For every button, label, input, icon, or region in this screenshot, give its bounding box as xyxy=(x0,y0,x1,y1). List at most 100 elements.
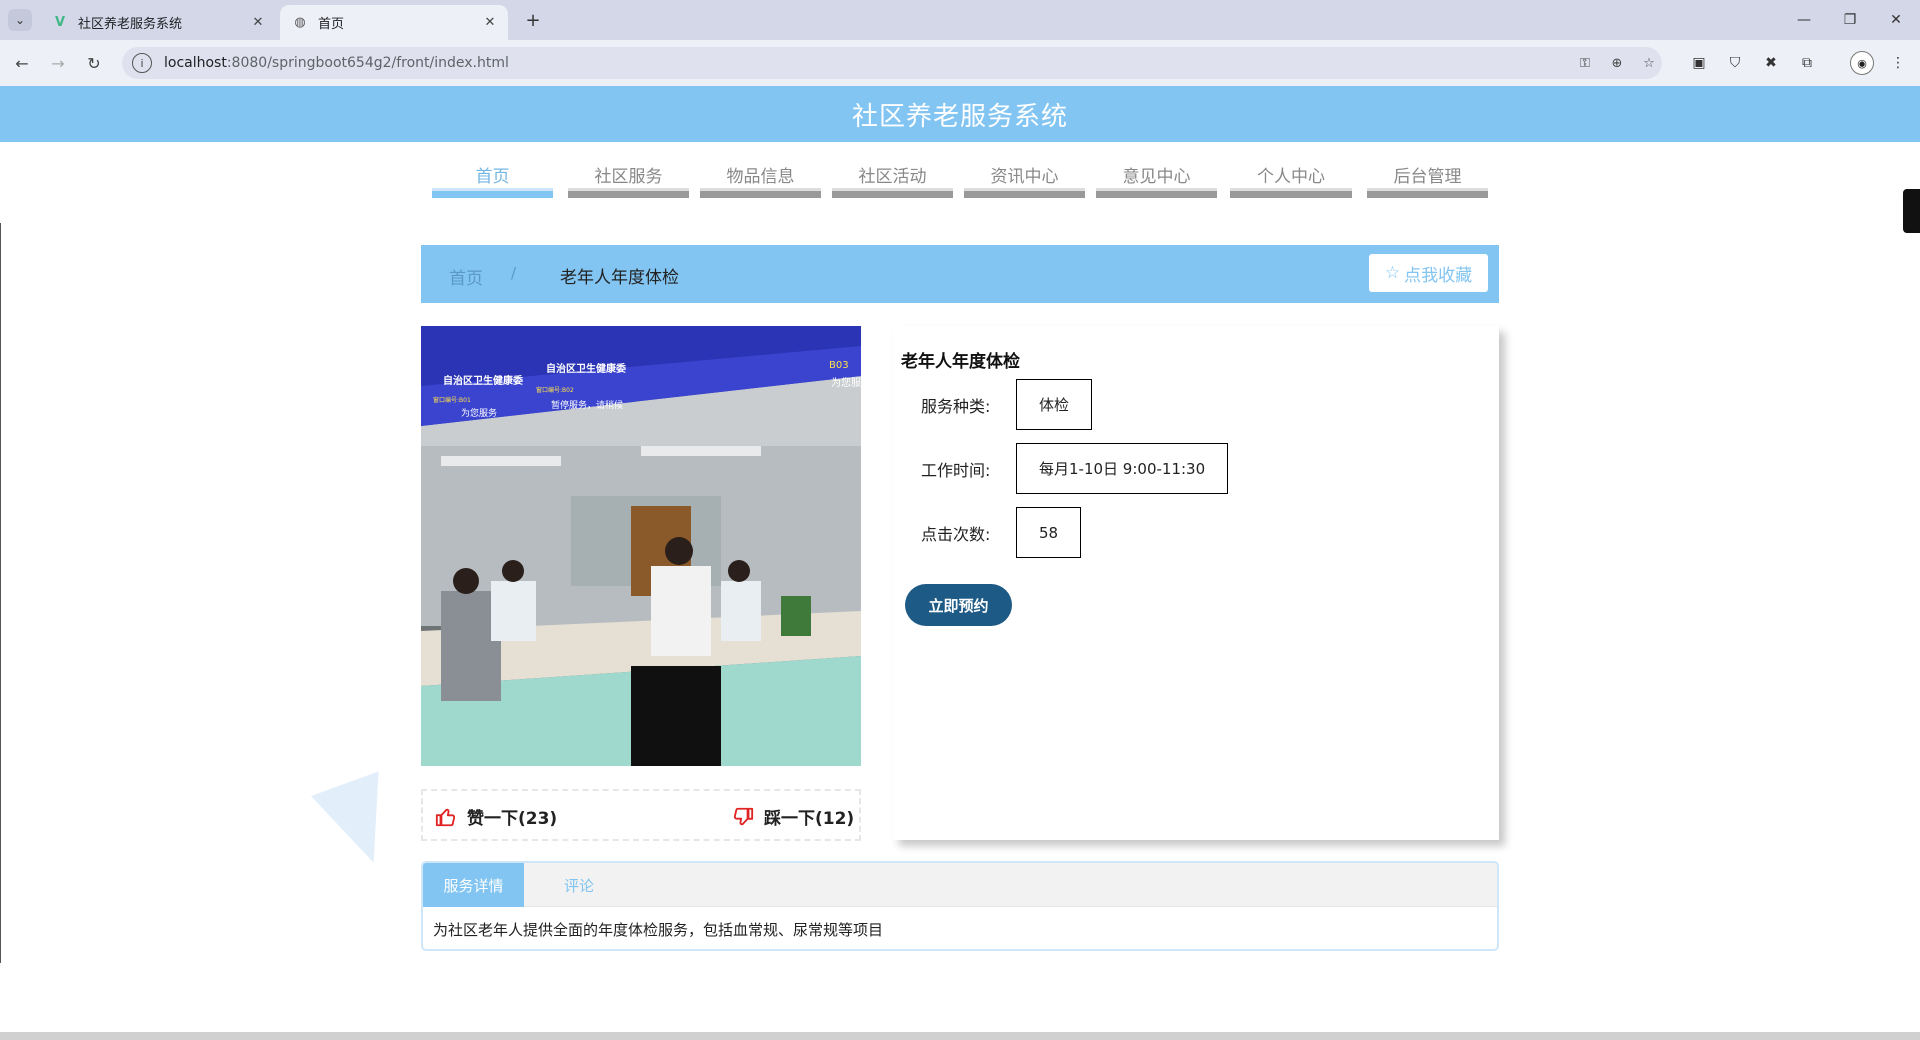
globe-icon: ◍ xyxy=(294,15,306,30)
nav-item-community-service[interactable]: 社区服务 xyxy=(568,142,689,202)
nav-item-news[interactable]: 资讯中心 xyxy=(964,142,1085,202)
tab-service-detail[interactable]: 服务详情 xyxy=(423,863,524,907)
favorite-button[interactable]: ☆ 点我收藏 xyxy=(1369,254,1488,292)
nav-item-home[interactable]: 首页 xyxy=(432,142,553,202)
nav-item-admin[interactable]: 后台管理 xyxy=(1367,142,1488,202)
breadcrumb-separator: / xyxy=(511,264,517,282)
nav-item-profile[interactable]: 个人中心 xyxy=(1230,142,1352,202)
field-label-category: 服务种类: xyxy=(921,397,991,416)
back-icon[interactable]: ← xyxy=(8,50,36,76)
field-value-clicks: 58 xyxy=(1016,507,1082,558)
tab-search-menu-button[interactable]: ⌄ xyxy=(8,9,32,31)
dislike-count-label: 踩一下(12) xyxy=(764,809,855,829)
site-info-icon[interactable]: i xyxy=(132,53,152,73)
browser-tab-title: 社区养老服务系统 xyxy=(78,17,183,32)
extension-icon[interactable]: ▣ xyxy=(1687,52,1711,74)
url-path: :8080/springboot654g2/front/index.html xyxy=(226,55,509,71)
main-nav: 首页 社区服务 物品信息 社区活动 资讯中心 意见中心 个人中心 后台管理 xyxy=(432,142,1490,202)
browser-tab-2[interactable]: ◍ 首页 ✕ xyxy=(280,5,508,40)
left-divider xyxy=(0,223,1,963)
browser-toolbar: ← → ↻ i localhost:8080/springboot654g2/f… xyxy=(0,40,1920,86)
breadcrumb-home-link[interactable]: 首页 xyxy=(449,264,483,289)
restore-icon[interactable]: ❐ xyxy=(1830,8,1870,32)
field-label-hours: 工作时间: xyxy=(921,461,991,480)
vote-bar: 赞一下(23) 踩一下(12) xyxy=(421,789,861,841)
nav-item-bar xyxy=(432,188,553,198)
browser-tab-bar: ⌄ V 社区养老服务系统 ✕ ◍ 首页 ✕ + — ❐ ✕ xyxy=(0,0,1920,40)
site-header: 社区养老服务系统 xyxy=(0,86,1920,142)
side-floating-tab[interactable] xyxy=(1903,189,1920,233)
bookmark-star-icon[interactable]: ☆ xyxy=(1638,53,1660,73)
nav-item-feedback[interactable]: 意见中心 xyxy=(1096,142,1217,202)
breadcrumb: 首页 / 老年人年度体检 ☆ 点我收藏 xyxy=(421,245,1499,303)
extensions-puzzle-icon[interactable]: ⧉ xyxy=(1795,52,1819,74)
field-label-clicks: 点击次数: xyxy=(921,525,991,544)
service-hall-photo: 自治区卫生健康委 自治区卫生健康委 窗口编号:B01 窗口编号:B02 B03 … xyxy=(421,326,861,766)
nav-item-goods[interactable]: 物品信息 xyxy=(700,142,821,202)
forward-icon[interactable]: → xyxy=(44,50,72,76)
book-now-button[interactable]: 立即预约 xyxy=(905,584,1012,626)
nav-item-label: 社区服务 xyxy=(594,167,663,187)
minimize-icon[interactable]: — xyxy=(1784,8,1824,32)
nav-item-label: 资讯中心 xyxy=(990,167,1059,187)
photo-sign-text: B03 xyxy=(829,360,849,371)
reading-list-icon[interactable]: ⛉ xyxy=(1723,52,1747,74)
detail-tabs-panel: 服务详情 评论 为社区老年人提供全面的年度体检服务，包括血常规、尿常规等项目 xyxy=(421,861,1499,951)
nav-item-bar xyxy=(700,188,821,198)
nav-item-bar xyxy=(832,188,953,198)
nav-item-activities[interactable]: 社区活动 xyxy=(832,142,953,202)
photo-sign-text: 暂停服务，请稍候 xyxy=(551,399,623,411)
reload-icon[interactable]: ↻ xyxy=(80,50,108,76)
photo-sign-text: 为您服 xyxy=(831,376,861,389)
service-photo: 自治区卫生健康委 自治区卫生健康委 窗口编号:B01 窗口编号:B02 B03 … xyxy=(421,326,861,766)
browser-tab-1[interactable]: V 社区养老服务系统 ✕ xyxy=(40,5,276,40)
nav-item-label: 社区活动 xyxy=(858,167,927,187)
nav-item-bar xyxy=(1230,188,1352,198)
field-value-hours: 每月1-10日 9:00-11:30 xyxy=(1016,443,1229,494)
profile-avatar[interactable]: ◉ xyxy=(1850,51,1874,75)
service-detail-text: 为社区老年人提供全面的年度体检服务，包括血常规、尿常规等项目 xyxy=(433,921,884,939)
window-close-icon[interactable]: ✕ xyxy=(1876,8,1916,32)
nav-item-label: 个人中心 xyxy=(1257,167,1325,187)
more-menu-icon[interactable]: ⋮ xyxy=(1886,52,1910,74)
star-outline-icon: ☆ xyxy=(1384,263,1401,283)
thumbs-down-icon xyxy=(733,807,754,825)
extension-x-icon[interactable]: ✖ xyxy=(1759,52,1783,74)
nav-item-label: 意见中心 xyxy=(1122,167,1191,187)
like-count-label: 赞一下(23) xyxy=(467,809,558,829)
dislike-button[interactable]: 踩一下(12) xyxy=(732,804,854,829)
breadcrumb-current: 老年人年度体检 xyxy=(560,268,679,288)
page-viewport: 社区养老服务系统 首页 社区服务 物品信息 社区活动 资讯中心 意见中心 个人中… xyxy=(0,86,1920,1032)
password-key-icon[interactable]: ⚿ xyxy=(1574,53,1596,73)
service-info-card: 老年人年度体检 服务种类: 体检 工作时间: 每月1-10日 9:00-11:3… xyxy=(893,326,1499,840)
nav-item-bar xyxy=(1096,188,1217,198)
nav-item-bar xyxy=(1367,188,1488,198)
decorative-triangle xyxy=(311,771,408,875)
photo-sign-text: 为您服务 xyxy=(461,407,497,419)
zoom-icon[interactable]: ⊕ xyxy=(1606,53,1628,73)
site-title: 社区养老服务系统 xyxy=(851,101,1068,132)
photo-sign-text: 自治区卫生健康委 xyxy=(443,374,524,387)
field-value-category: 体检 xyxy=(1016,379,1093,430)
close-tab-icon[interactable]: ✕ xyxy=(478,15,502,30)
url-host: localhost xyxy=(164,55,227,71)
service-title: 老年人年度体检 xyxy=(901,352,1020,372)
browser-tab-title: 首页 xyxy=(318,17,345,32)
photo-sign-text: 窗口编号:B02 xyxy=(536,386,574,394)
photo-sign-text: 自治区卫生健康委 xyxy=(546,362,627,375)
like-button[interactable]: 赞一下(23) xyxy=(435,804,557,829)
url-text[interactable]: localhost:8080/springboot654g2/front/ind… xyxy=(164,55,509,71)
favorite-button-label: 点我收藏 xyxy=(1404,265,1473,286)
nav-item-label: 首页 xyxy=(475,167,510,187)
tab-comments[interactable]: 评论 xyxy=(524,863,634,907)
photo-sign-text: 窗口编号:B01 xyxy=(433,396,471,404)
vue-icon: V xyxy=(54,15,66,30)
address-bar[interactable]: i localhost:8080/springboot654g2/front/i… xyxy=(122,47,1662,79)
close-tab-icon[interactable]: ✕ xyxy=(246,15,270,30)
thumbs-up-icon xyxy=(435,808,456,826)
nav-item-label: 物品信息 xyxy=(726,167,795,187)
new-tab-button[interactable]: + xyxy=(520,8,546,32)
nav-item-bar xyxy=(568,188,689,198)
nav-item-label: 后台管理 xyxy=(1393,167,1462,187)
bottom-scroll-strip xyxy=(0,1032,1920,1040)
